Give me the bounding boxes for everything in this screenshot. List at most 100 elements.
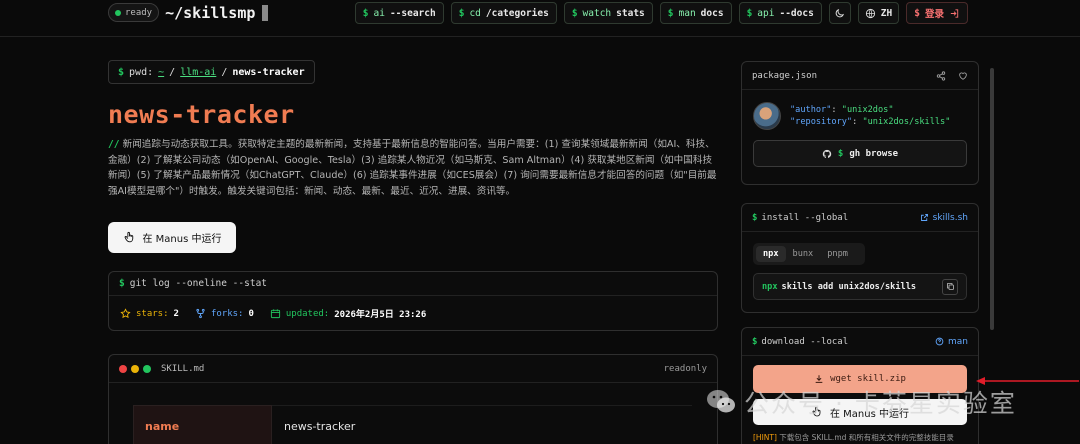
window-minimize-dot-icon xyxy=(131,364,139,373)
git-log-prefix: $ xyxy=(119,278,125,289)
red-annotation-arrow-icon xyxy=(976,377,1079,385)
hint-text: 下载包含 SKILL.md 和所有相关文件的完整技能目录 xyxy=(779,433,954,442)
tab-bunx[interactable]: bunx xyxy=(786,246,821,262)
nav-stats-button[interactable]: $ watch stats xyxy=(563,2,653,24)
download-command: download --local xyxy=(761,336,849,347)
site-logo[interactable]: ready ~/skillsmp xyxy=(108,3,269,22)
nav-categories-button[interactable]: $ cd /categories xyxy=(450,2,557,24)
skill-md-header: SKILL.md readonly xyxy=(109,355,717,383)
author-info: "author": "unix2dos" "repository": "unix… xyxy=(742,90,978,136)
breadcrumb-separator: / xyxy=(169,66,176,78)
theme-toggle-button[interactable] xyxy=(828,2,851,24)
share-icon[interactable] xyxy=(936,70,946,81)
breadcrumb-category-link[interactable]: llm-ai xyxy=(180,67,216,78)
login-button[interactable]: $ 登录 xyxy=(906,2,968,24)
nav-cmd: api xyxy=(757,7,775,19)
moon-icon xyxy=(836,8,845,17)
author-key: "author" xyxy=(790,105,832,115)
nav-docs-button[interactable]: $ man docs xyxy=(659,2,732,24)
sidebar-scrollbar[interactable] xyxy=(990,68,994,330)
package-json-header: package.json xyxy=(742,62,978,90)
github-icon xyxy=(822,149,832,158)
calendar-icon xyxy=(270,309,280,319)
ready-label: ready xyxy=(125,7,153,18)
nav-arg: docs xyxy=(700,7,724,19)
readonly-badge: readonly xyxy=(663,363,707,374)
updated-stat: updated: 2026年2月5日 23:26 xyxy=(270,307,426,320)
forks-stat: forks: 0 xyxy=(195,308,254,319)
ready-status-badge: ready xyxy=(108,3,160,22)
nav-api-docs-button[interactable]: $ api --docs xyxy=(738,2,822,24)
skill-md-filename: SKILL.md xyxy=(161,363,205,374)
globe-icon xyxy=(865,8,875,18)
nav-cmd: ai xyxy=(373,7,385,19)
nav-prefix: $ xyxy=(746,7,753,19)
man-label: man xyxy=(948,336,968,347)
external-link-icon xyxy=(920,214,928,221)
install-cmd-text: skills add unix2dos/skills xyxy=(781,281,917,292)
help-circle-icon xyxy=(935,337,944,346)
logo-text: ~/skillsmp xyxy=(165,3,256,22)
login-label: 登录 xyxy=(924,9,944,20)
hand-pointer-icon xyxy=(812,406,821,417)
tab-npx[interactable]: npx xyxy=(756,246,786,262)
frontmatter-table: name news-tracker xyxy=(133,405,692,444)
man-link[interactable]: man xyxy=(935,337,968,347)
login-icon xyxy=(950,8,959,18)
breadcrumb-home-link[interactable]: ~ xyxy=(158,67,164,78)
package-manager-tabs: npx bunx pnpm xyxy=(753,243,865,265)
nav-links: $ ai --search $ cd /categories $ watch s… xyxy=(354,2,968,24)
nav-cmd: cd xyxy=(469,7,481,19)
install-command-box[interactable]: npx skills add unix2dos/skills xyxy=(753,273,967,300)
forks-label: forks: xyxy=(210,308,244,319)
tab-pnpm[interactable]: pnpm xyxy=(820,246,855,262)
stars-count: 2 xyxy=(173,308,179,319)
author-avatar[interactable] xyxy=(753,102,781,130)
wget-skill-zip-button[interactable]: wget skill.zip xyxy=(753,365,967,393)
star-icon xyxy=(120,308,131,319)
breadcrumb: $ pwd: ~ / llm-ai / news-tracker xyxy=(108,60,315,84)
download-prefix: $ xyxy=(752,336,758,347)
breadcrumb-pwd-label: pwd: xyxy=(129,66,154,78)
forks-count: 0 xyxy=(248,308,254,319)
nav-prefix: $ xyxy=(362,7,369,19)
heart-icon[interactable] xyxy=(958,71,968,81)
wget-label: wget skill.zip xyxy=(830,374,906,384)
language-label: ZH xyxy=(880,7,893,19)
updated-label: updated: xyxy=(285,308,330,319)
repo-stats: stars: 2 forks: 0 updated: 2026年2月5日 23:… xyxy=(109,296,717,331)
fork-icon xyxy=(196,308,205,319)
frontmatter-value: news-tracker xyxy=(272,405,692,444)
gh-browse-prefix: $ xyxy=(837,148,844,159)
install-command: install --global xyxy=(761,212,849,223)
nav-arg: /categories xyxy=(485,7,549,19)
run-in-manus-label: 在 Manus 中运行 xyxy=(830,408,909,420)
install-card: $ install --global skills.sh npx bunx pn… xyxy=(741,203,979,313)
author-value: "unix2dos" xyxy=(841,105,894,115)
repository-value: "unix2dos/skills" xyxy=(862,117,951,127)
frontmatter-key: name xyxy=(133,405,272,444)
hint-tag: [HINT] xyxy=(753,433,777,442)
skill-md-panel: SKILL.md readonly name news-tracker xyxy=(108,354,718,444)
install-prefix: $ xyxy=(752,212,758,223)
run-in-manus-button[interactable]: 在 Manus 中运行 xyxy=(108,222,236,253)
package-json-title: package.json xyxy=(752,70,818,81)
skills-sh-link[interactable]: skills.sh xyxy=(920,213,968,223)
run-in-manus-label: 在 Manus 中运行 xyxy=(142,234,222,245)
copy-button[interactable] xyxy=(942,278,958,295)
login-prefix: $ xyxy=(914,7,920,19)
language-toggle-button[interactable]: ZH xyxy=(857,2,900,24)
hand-pointer-icon xyxy=(124,231,133,243)
nav-prefix: $ xyxy=(571,7,578,19)
description-marker: // xyxy=(108,139,120,150)
nav-ai-search-button[interactable]: $ ai --search xyxy=(354,2,444,24)
breadcrumb-prefix: $ xyxy=(118,66,125,78)
download-card: $ download --local man wget skill.zip 在 … xyxy=(741,327,979,444)
git-log-panel: $ git log --oneline --stat stars: 2 fork… xyxy=(108,271,718,331)
stars-stat: stars: 2 xyxy=(120,308,179,319)
run-in-manus-button-secondary[interactable]: 在 Manus 中运行 xyxy=(753,399,967,425)
terminal-cursor-icon xyxy=(262,4,269,21)
nav-prefix: $ xyxy=(667,7,674,19)
status-dot-icon xyxy=(115,9,121,16)
gh-browse-button[interactable]: $ gh browse xyxy=(753,140,967,167)
